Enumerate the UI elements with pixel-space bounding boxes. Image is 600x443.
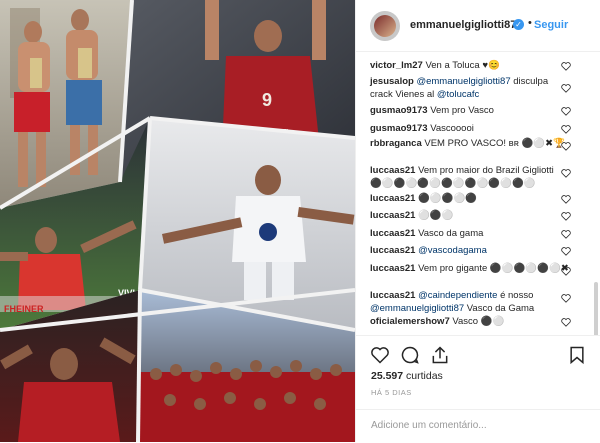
comment-user[interactable]: luccaas21 <box>370 165 415 176</box>
likes-count[interactable]: 25.597 curtidas <box>371 370 443 382</box>
like-comment-heart-icon[interactable] <box>561 84 571 93</box>
comment-text: Vasco da gama <box>415 228 484 239</box>
post-timestamp: HÁ 5 DIAS <box>371 388 412 397</box>
like-comment-heart-icon[interactable] <box>561 142 571 151</box>
comment-mention[interactable]: @caindependiente <box>415 290 497 301</box>
comment: luccaas21 Vem pro gigante ⚫⚪⚫⚪⚫⚪✖ <box>370 263 570 276</box>
comment-mention[interactable]: @vascodagama <box>415 245 487 256</box>
comment-user[interactable]: rbbraganca <box>370 138 422 149</box>
add-comment-placeholder: Adicione um comentário... <box>371 420 487 431</box>
post-side-panel: emmanuelgigliotti87 ✓ • Seguir victor_lm… <box>355 0 600 442</box>
comment-text: Ven a Toluca ♥😊 <box>422 60 500 71</box>
comment-text: Vasco da Gama <box>464 302 535 314</box>
svg-text:9: 9 <box>262 90 272 110</box>
comment-mention[interactable]: @emmanuelgigliotti87 <box>370 303 464 314</box>
comment-icon[interactable] <box>400 345 420 365</box>
comment-user[interactable]: luccaas21 <box>370 245 415 256</box>
share-icon[interactable] <box>430 345 450 365</box>
comment: luccaas21 @caindependiente é nosso @emma… <box>370 290 570 315</box>
separator-dot: • <box>528 17 532 29</box>
comment: luccaas21 @vascodagama <box>370 245 570 258</box>
comment: luccaas21 Vasco da gama <box>370 228 570 241</box>
comment-text: é nosso <box>497 290 534 301</box>
comment-user[interactable]: luccaas21 <box>370 228 415 239</box>
comment-text: VEM PRO VASCO! ʙʀ ⚫⚪✖🏆 <box>421 138 565 149</box>
comment-user[interactable]: jesusalop <box>370 76 414 87</box>
comment-user[interactable]: gusmao9173 <box>370 123 428 134</box>
comment-user[interactable]: luccaas21 <box>370 290 415 301</box>
comment: victor_lm27 Ven a Toluca ♥😊 <box>370 60 570 73</box>
comment: gusmao9173 Vem pro Vasco <box>370 105 570 118</box>
comment-user[interactable]: oficialemershow7 <box>370 316 450 327</box>
like-comment-heart-icon[interactable] <box>561 294 571 303</box>
post-photo-collage[interactable]: 9 GIGLIOTTI FHEINER VIVI <box>0 0 355 442</box>
like-comment-heart-icon[interactable] <box>561 247 571 256</box>
comment-mention[interactable]: @tolucafc <box>437 89 479 100</box>
comment: gusmao9173 Vascooooi <box>370 123 570 136</box>
post-header: emmanuelgigliotti87 ✓ • Seguir <box>356 0 600 52</box>
post-actions: 25.597 curtidas HÁ 5 DIAS Adicione um co… <box>356 335 600 442</box>
comment-text: ⚫⚪⚫⚪⚫ <box>415 193 478 204</box>
follow-button[interactable]: Seguir <box>534 19 568 31</box>
comments-scrollbar[interactable] <box>594 282 598 335</box>
comment: luccaas21 ⚪⚫⚪ <box>370 210 570 223</box>
bookmark-icon[interactable] <box>567 345 587 365</box>
like-comment-heart-icon[interactable] <box>561 230 571 239</box>
collage-image: 9 GIGLIOTTI FHEINER VIVI <box>0 0 355 442</box>
heart-icon[interactable] <box>370 345 390 365</box>
comment-text: Vascooooi <box>427 123 474 134</box>
comment-text: Vem pro gigante ⚫⚪⚫⚪⚫⚪✖ <box>415 263 569 274</box>
comment-text: Vem pro Vasco <box>427 105 494 116</box>
like-comment-heart-icon[interactable] <box>561 62 571 71</box>
like-comment-heart-icon[interactable] <box>561 125 571 134</box>
comment-user[interactable]: victor_lm27 <box>370 60 423 71</box>
comments-list: victor_lm27 Ven a Toluca ♥😊 jesusalop @e… <box>356 52 600 335</box>
like-comment-heart-icon[interactable] <box>561 195 571 204</box>
like-comment-heart-icon[interactable] <box>561 169 571 178</box>
comment: rbbraganca VEM PRO VASCO! ʙʀ ⚫⚪✖🏆 <box>370 138 570 151</box>
like-comment-heart-icon[interactable] <box>561 318 571 327</box>
instagram-post: 9 GIGLIOTTI FHEINER VIVI <box>0 0 600 442</box>
like-comment-heart-icon[interactable] <box>561 107 571 116</box>
like-comment-heart-icon[interactable] <box>561 267 571 276</box>
comment-user[interactable]: gusmao9173 <box>370 105 428 116</box>
like-comment-heart-icon[interactable] <box>561 212 571 221</box>
comment-user[interactable]: luccaas21 <box>370 263 415 274</box>
comment: jesusalop @emmanuelgigliotti87 disculpa … <box>370 76 570 101</box>
comment: luccaas21 Vem pro maior do Brazil Giglio… <box>370 165 570 190</box>
verified-badge-icon: ✓ <box>513 19 524 30</box>
svg-text:FHEINER: FHEINER <box>4 304 44 314</box>
comment: oficialemershow7 Vasco ⚫⚪ <box>370 316 570 329</box>
avatar[interactable] <box>370 11 400 41</box>
comment-text: ⚪⚫⚪ <box>415 210 454 221</box>
comment-text: Vasco ⚫⚪ <box>449 316 505 327</box>
comment-mention[interactable]: @emmanuelgigliotti87 <box>414 76 510 87</box>
add-comment-field[interactable]: Adicione um comentário... <box>356 409 600 443</box>
username-link[interactable]: emmanuelgigliotti87 <box>410 19 516 31</box>
comment-user[interactable]: luccaas21 <box>370 210 415 221</box>
comment-user[interactable]: luccaas21 <box>370 193 415 204</box>
comment: luccaas21 ⚫⚪⚫⚪⚫ <box>370 193 570 206</box>
